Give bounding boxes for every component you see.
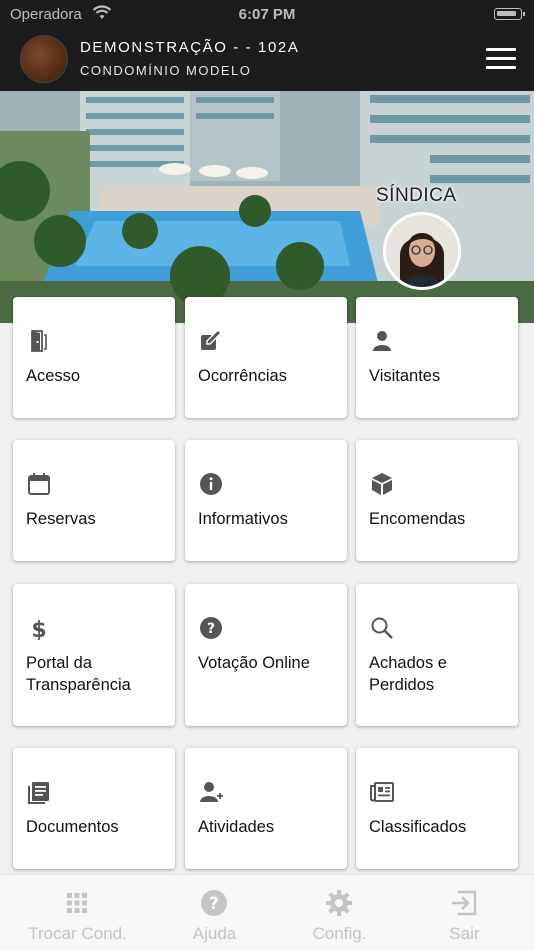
svg-text:$: $ <box>31 618 46 640</box>
menu-card-reservas[interactable]: Reservas <box>13 440 175 561</box>
menu-card-label: Atividades <box>198 818 275 836</box>
menu-card-label: Documentos <box>26 818 119 836</box>
menu-card-acesso[interactable]: Acesso <box>13 297 175 418</box>
hamburger-menu-icon[interactable] <box>486 48 518 70</box>
menu-card-label: Votação Online <box>198 654 310 672</box>
menu-card-label: Ocorrências <box>198 367 287 385</box>
tab-sair[interactable]: Sair <box>398 875 531 950</box>
menu-card-label: Portal da Transparência <box>26 654 131 694</box>
svg-text:?: ? <box>209 894 219 914</box>
person-add-icon <box>200 782 223 802</box>
menu-card-ocorrencias[interactable]: Ocorrências <box>185 297 347 418</box>
clock: 6:07 PM <box>238 6 296 23</box>
tab-config[interactable]: Config. <box>273 875 406 950</box>
menu-card-votacao-online[interactable]: ? Votação Online <box>185 584 347 726</box>
tab-label: Config. <box>312 924 367 943</box>
help-icon: ? <box>200 617 222 639</box>
app-header: Operadora 6:07 PM DEMONSTRAÇÃO - - 102A … <box>0 0 534 91</box>
bottom-tab-bar: Trocar Cond. ? Ajuda Config. Sair <box>0 874 534 950</box>
menu-card-label: Achados e Perdidos <box>369 654 447 694</box>
person-icon <box>373 331 391 351</box>
condo-logo <box>20 35 68 83</box>
gear-icon <box>326 890 352 916</box>
info-icon <box>200 473 222 495</box>
tab-label: Ajuda <box>192 924 237 943</box>
menu-card-label: Visitantes <box>369 367 441 385</box>
menu-card-classificados[interactable]: Classificados <box>356 748 518 869</box>
svg-text:?: ? <box>207 621 215 637</box>
condo-name: CONDOMÍNIO MODELO <box>80 63 252 78</box>
battery-icon <box>494 8 525 20</box>
grid-icon <box>67 893 87 913</box>
search-icon <box>371 617 393 639</box>
menu-card-label: Informativos <box>198 510 288 528</box>
sindica-label: SÍNDICA <box>376 185 457 206</box>
menu-card-visitantes[interactable]: Visitantes <box>356 297 518 418</box>
menu-card-label: Reservas <box>26 510 96 528</box>
menu-card-encomendas[interactable]: Encomendas <box>356 440 518 561</box>
calendar-icon <box>28 473 50 495</box>
hero-banner: SÍNDICA <box>0 91 534 323</box>
exit-icon <box>452 890 477 916</box>
manager-avatar[interactable] <box>383 212 461 290</box>
menu-card-label: Acesso <box>26 367 81 385</box>
edit-icon <box>201 329 222 350</box>
menu-card-label: Encomendas <box>369 510 466 528</box>
package-icon <box>372 473 392 495</box>
menu-card-atividades[interactable]: Atividades <box>185 748 347 869</box>
tab-label: Sair <box>449 924 480 943</box>
door-icon <box>31 330 47 352</box>
document-icon <box>28 782 49 804</box>
menu-card-informativos[interactable]: Informativos <box>185 440 347 561</box>
status-bar: Operadora 6:07 PM <box>0 0 534 28</box>
dollar-icon: $ <box>31 618 46 640</box>
unit-title: DEMONSTRAÇÃO - - 102A <box>80 39 300 56</box>
menu-card-documentos[interactable]: Documentos <box>13 748 175 869</box>
menu-card-portal-transparencia[interactable]: $ Portal da Transparência <box>13 584 175 726</box>
newspaper-icon <box>370 782 394 802</box>
tab-ajuda[interactable]: ? Ajuda <box>148 875 281 950</box>
pool-photo <box>0 91 534 323</box>
tab-trocar-cond[interactable]: Trocar Cond. <box>11 875 144 950</box>
menu-card-achados-perdidos[interactable]: Achados e Perdidos <box>356 584 518 726</box>
menu-card-label: Classificados <box>369 818 467 836</box>
help-circle-icon: ? <box>201 890 227 916</box>
tab-label: Trocar Cond. <box>28 924 127 943</box>
